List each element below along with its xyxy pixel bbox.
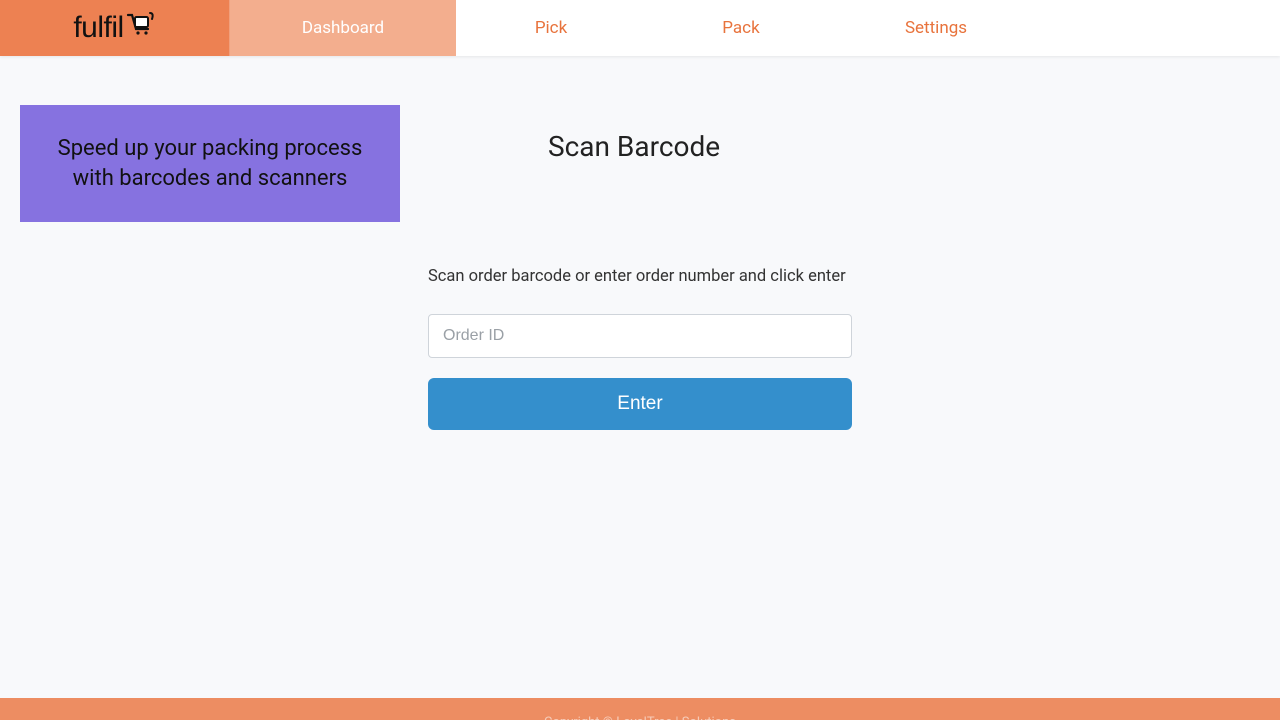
order-id-input[interactable] bbox=[428, 314, 852, 358]
promo-text: Speed up your packing process with barco… bbox=[38, 134, 382, 193]
nav-tab-dashboard[interactable]: Dashboard bbox=[230, 0, 456, 56]
footer-bar: Copyright © LoyalTree | Solutions bbox=[0, 698, 1280, 720]
nav-tab-settings[interactable]: Settings bbox=[836, 0, 1036, 56]
nav-tab-label: Dashboard bbox=[302, 18, 384, 38]
brand-name: fulfil bbox=[73, 11, 123, 45]
scan-panel: Scan Barcode Scan order barcode or enter… bbox=[428, 130, 852, 430]
footer-text: Copyright © LoyalTree | Solutions bbox=[544, 715, 736, 720]
nav-tab-label: Settings bbox=[905, 18, 967, 38]
nav-tab-label: Pack bbox=[722, 18, 759, 38]
brand-logo-text: fulfil bbox=[73, 11, 155, 45]
scan-instruction: Scan order barcode or enter order number… bbox=[428, 263, 852, 292]
nav-tab-pick[interactable]: Pick bbox=[456, 0, 646, 56]
promo-banner: Speed up your packing process with barco… bbox=[20, 105, 400, 222]
nav-tab-pack[interactable]: Pack bbox=[646, 0, 836, 56]
scan-heading: Scan Barcode bbox=[548, 130, 852, 163]
top-bar: fulfil Dashboard Pick Pack Settings bbox=[0, 0, 1280, 56]
nav-tab-label: Pick bbox=[535, 18, 567, 38]
brand-logo[interactable]: fulfil bbox=[0, 0, 230, 56]
cart-icon bbox=[126, 11, 156, 45]
main-nav: Dashboard Pick Pack Settings bbox=[230, 0, 1280, 56]
enter-button[interactable]: Enter bbox=[428, 378, 852, 430]
